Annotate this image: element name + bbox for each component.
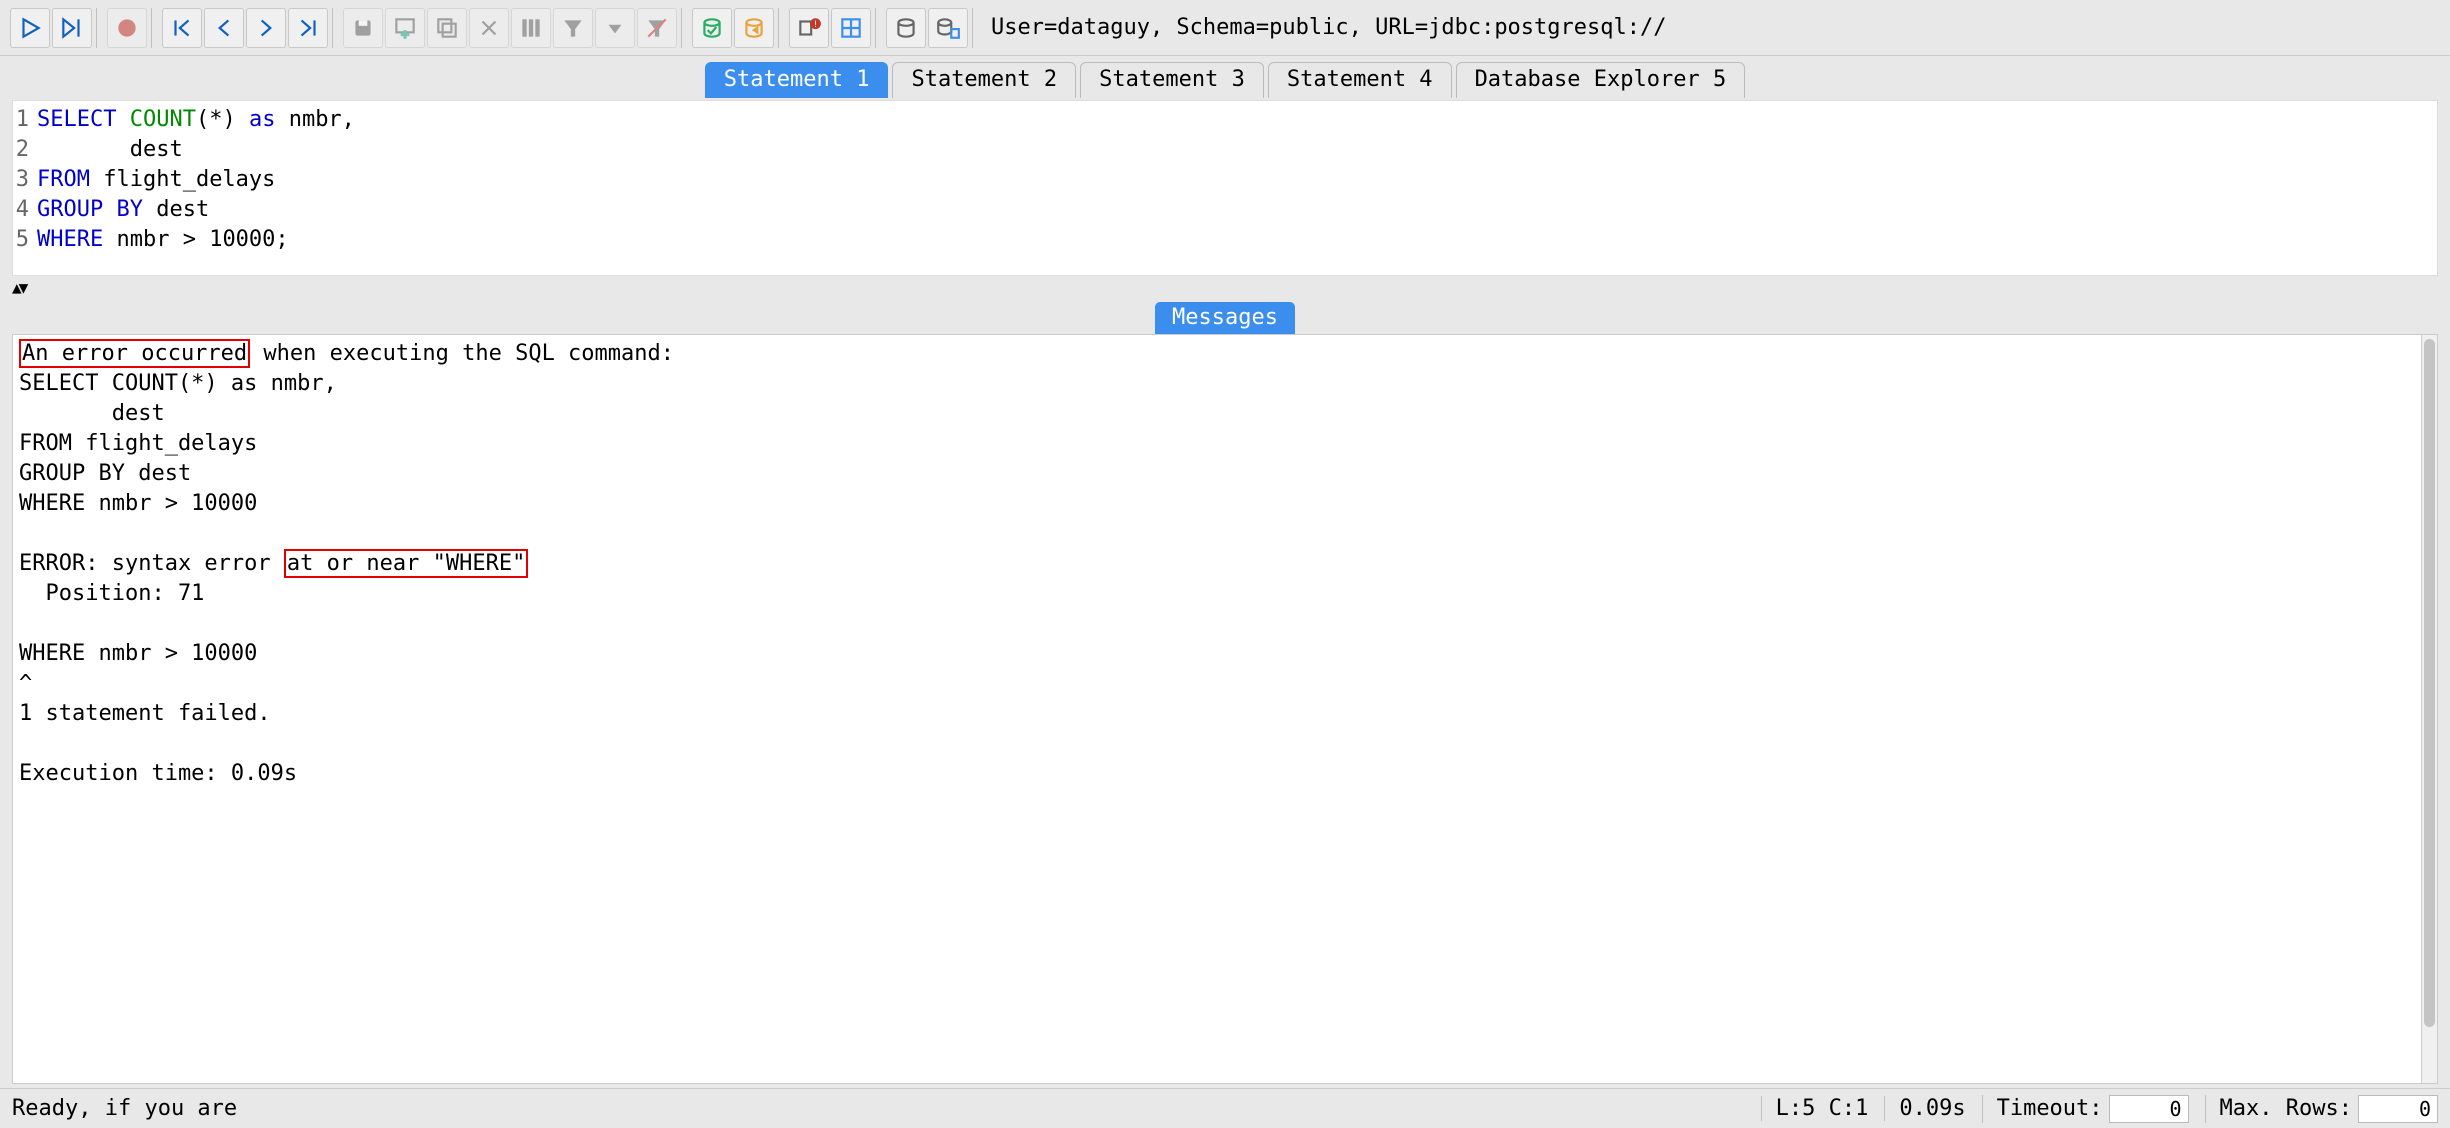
stop-button[interactable]: [107, 8, 147, 48]
splitter-handle-icon: ▲▼: [12, 278, 25, 297]
tabbar: Statement 1 Statement 2 Statement 3 Stat…: [0, 56, 2450, 98]
toolbar: ! User=dataguy, Schema=public, URL=jdbc:…: [0, 0, 2450, 56]
filter-button[interactable]: [553, 8, 593, 48]
toolbar-group-nav: [158, 8, 333, 48]
toolbar-group-db: [688, 8, 779, 48]
prev-button[interactable]: [204, 8, 244, 48]
connection-info: User=dataguy, Schema=public, URL=jdbc:po…: [991, 15, 1667, 40]
status-exec-time: 0.09s: [1884, 1096, 1965, 1121]
messages-text[interactable]: An error occurred when executing the SQL…: [13, 335, 2437, 793]
svg-text:!: !: [813, 19, 818, 29]
save-button[interactable]: [343, 8, 383, 48]
select-columns-button[interactable]: [511, 8, 551, 48]
maxrows-input[interactable]: [2358, 1095, 2438, 1123]
toolbar-group-stop: [103, 8, 152, 48]
run-button[interactable]: [10, 8, 50, 48]
clear-filter-button[interactable]: [637, 8, 677, 48]
rollback-button[interactable]: [734, 8, 774, 48]
toolbar-group-edit: [339, 8, 682, 48]
next-button[interactable]: [246, 8, 286, 48]
sql-editor[interactable]: 1 2 3 4 5 SELECT COUNT(*) as nmbr, dest …: [12, 100, 2438, 276]
first-button[interactable]: [162, 8, 202, 48]
tab-statement-4[interactable]: Statement 4: [1268, 62, 1452, 98]
statusbar: Ready, if you are L:5 C:1 0.09s Timeout:…: [0, 1088, 2450, 1128]
maxrows-label: Max. Rows:: [2220, 1096, 2352, 1121]
toolbar-group-run: [6, 8, 97, 48]
splitter[interactable]: ▲▼: [12, 276, 2438, 298]
line-number-gutter: 1 2 3 4 5: [13, 101, 31, 275]
scrollbar-thumb[interactable]: [2424, 339, 2435, 1027]
messages-tabbar: Messages: [12, 298, 2438, 334]
status-timeout: Timeout:: [1982, 1095, 2189, 1123]
status-linecol: L:5 C:1: [1761, 1096, 1869, 1121]
timeout-input[interactable]: [2109, 1095, 2189, 1123]
tab-statement-2[interactable]: Statement 2: [892, 62, 1076, 98]
grid-button[interactable]: [831, 8, 871, 48]
db-export-button[interactable]: [928, 8, 968, 48]
sql-code-area[interactable]: SELECT COUNT(*) as nmbr, dest FROM fligh…: [31, 101, 2437, 275]
timeout-label: Timeout:: [1997, 1096, 2103, 1121]
transaction-status-button[interactable]: !: [789, 8, 829, 48]
add-row-button[interactable]: [385, 8, 425, 48]
copy-row-button[interactable]: [427, 8, 467, 48]
run-to-cursor-button[interactable]: [52, 8, 92, 48]
toolbar-group-trans: !: [785, 8, 876, 48]
status-maxrows: Max. Rows:: [2205, 1095, 2438, 1123]
last-button[interactable]: [288, 8, 328, 48]
status-ready: Ready, if you are: [12, 1096, 237, 1121]
toolbar-group-conn: [882, 8, 973, 48]
filter-dropdown-button[interactable]: [595, 8, 635, 48]
db-connect-button[interactable]: [886, 8, 926, 48]
commit-button[interactable]: [692, 8, 732, 48]
tab-statement-3[interactable]: Statement 3: [1080, 62, 1264, 98]
messages-scrollbar[interactable]: [2421, 335, 2437, 1083]
tab-statement-1[interactable]: Statement 1: [705, 62, 889, 98]
tab-database-explorer[interactable]: Database Explorer 5: [1456, 62, 1746, 98]
delete-row-button[interactable]: [469, 8, 509, 48]
tab-messages[interactable]: Messages: [1155, 302, 1295, 334]
messages-panel: An error occurred when executing the SQL…: [12, 334, 2438, 1084]
